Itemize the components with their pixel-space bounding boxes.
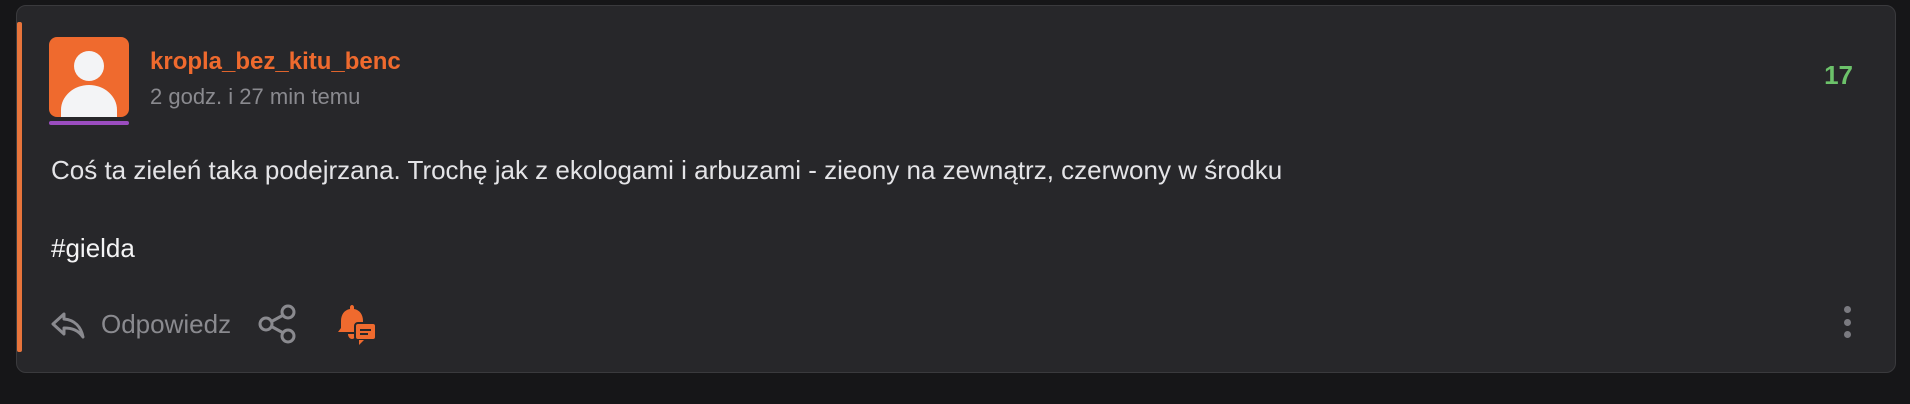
author-username[interactable]: kropla_bez_kitu_benc (150, 48, 401, 76)
bell-comment-icon (338, 305, 378, 345)
more-vertical-icon-dot (1843, 318, 1851, 326)
share-icon (258, 304, 296, 344)
post-score: 17 (1824, 60, 1853, 90)
avatar[interactable] (49, 37, 129, 117)
share-button[interactable] (257, 302, 297, 346)
post-tag[interactable]: #gielda (51, 232, 135, 264)
avatar-status-underline (49, 121, 129, 125)
post-timestamp: 2 godz. i 27 min temu (150, 84, 361, 109)
post-accent-bar (17, 22, 22, 352)
reply-icon (51, 312, 85, 339)
post-actions: Odpowiedz (49, 302, 379, 346)
more-vertical-icon-dot (1843, 331, 1851, 338)
more-options-button[interactable] (1835, 302, 1859, 342)
reply-button[interactable]: Odpowiedz (49, 305, 231, 343)
avatar-body (61, 85, 117, 117)
more-vertical-icon-dot (1843, 306, 1851, 313)
avatar-head (74, 51, 104, 81)
notify-button[interactable] (335, 302, 379, 346)
reply-label: Odpowiedz (101, 309, 232, 339)
post-card: kropla_bez_kitu_benc 2 godz. i 27 min te… (16, 5, 1896, 373)
post-body: Coś ta zieleń taka podejrzana. Trochę ja… (51, 155, 1283, 185)
